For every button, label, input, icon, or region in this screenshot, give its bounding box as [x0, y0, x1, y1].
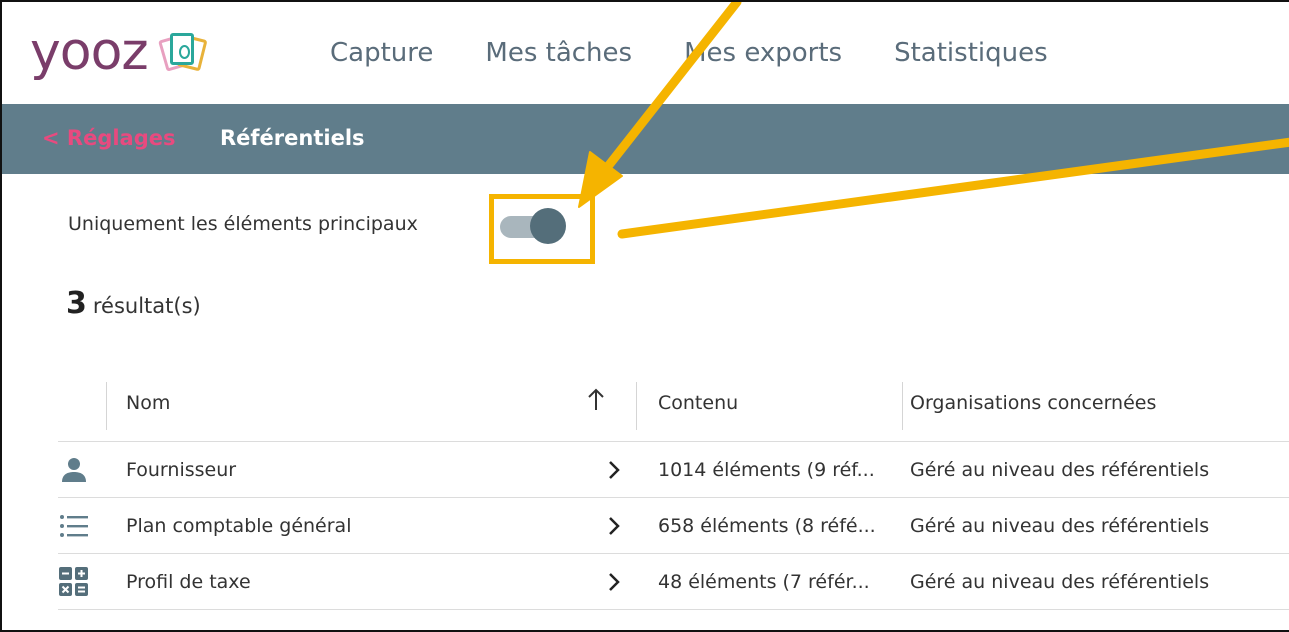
table-header: Nom Contenu Organisations concernées	[58, 364, 1289, 442]
back-to-reglages-link[interactable]: < Réglages	[42, 126, 176, 150]
row-organisations: Géré au niveau des référentiels	[910, 459, 1210, 481]
top-navigation: yooz Capture Mes tâches Mes exports Stat…	[2, 2, 1289, 104]
yooz-logo[interactable]: yooz	[30, 22, 212, 82]
referentials-table: Nom Contenu Organisations concernées Fou…	[58, 364, 1289, 610]
sub-header: < Réglages Référentiels	[2, 104, 1289, 174]
table-row[interactable]: Profil de taxe 48 éléments (7 référ... G…	[58, 554, 1289, 610]
nav-item-capture[interactable]: Capture	[330, 38, 433, 68]
column-separator	[636, 382, 637, 430]
column-separator	[106, 382, 107, 430]
results-number: 3	[66, 286, 87, 321]
column-header-organisations[interactable]: Organisations concernées	[910, 392, 1156, 414]
nav-item-statistiques[interactable]: Statistiques	[894, 38, 1048, 68]
row-name: Plan comptable général	[126, 515, 352, 537]
table-row[interactable]: Plan comptable général 658 éléments (8 r…	[58, 498, 1289, 554]
nav-item-mes-exports[interactable]: Mes exports	[684, 38, 842, 68]
row-name: Fournisseur	[126, 459, 237, 481]
row-organisations: Géré au niveau des référentiels	[910, 571, 1210, 593]
annotation-highlight-box	[489, 194, 595, 264]
results-count: 3 résultat(s)	[66, 286, 201, 321]
nav-item-mes-taches[interactable]: Mes tâches	[485, 38, 632, 68]
column-header-contenu[interactable]: Contenu	[658, 392, 738, 414]
row-content: 658 éléments (8 réfé...	[658, 515, 876, 537]
logo-text: yooz	[30, 22, 149, 82]
page-title: Référentiels	[220, 126, 365, 150]
nav-menu: Capture Mes tâches Mes exports Statistiq…	[330, 38, 1100, 68]
logo-cards-icon	[156, 27, 212, 77]
person-icon	[62, 458, 86, 482]
chevron-right-icon[interactable]	[606, 458, 622, 482]
list-icon	[60, 515, 88, 537]
row-content: 48 éléments (7 référ...	[658, 571, 870, 593]
row-content: 1014 éléments (9 réf...	[658, 459, 875, 481]
results-label: résultat(s)	[92, 294, 201, 318]
sort-ascending-icon[interactable]	[584, 386, 608, 416]
row-name: Profil de taxe	[126, 571, 251, 593]
calculator-icon	[59, 567, 88, 596]
row-organisations: Géré au niveau des référentiels	[910, 515, 1210, 537]
chevron-right-icon[interactable]	[606, 570, 622, 594]
column-header-nom[interactable]: Nom	[126, 392, 170, 414]
column-separator	[902, 382, 903, 430]
chevron-right-icon[interactable]	[606, 514, 622, 538]
main-elements-toggle-label: Uniquement les éléments principaux	[68, 213, 418, 235]
table-row[interactable]: Fournisseur 1014 éléments (9 réf... Géré…	[58, 442, 1289, 498]
app-frame: yooz Capture Mes tâches Mes exports Stat…	[0, 0, 1289, 632]
